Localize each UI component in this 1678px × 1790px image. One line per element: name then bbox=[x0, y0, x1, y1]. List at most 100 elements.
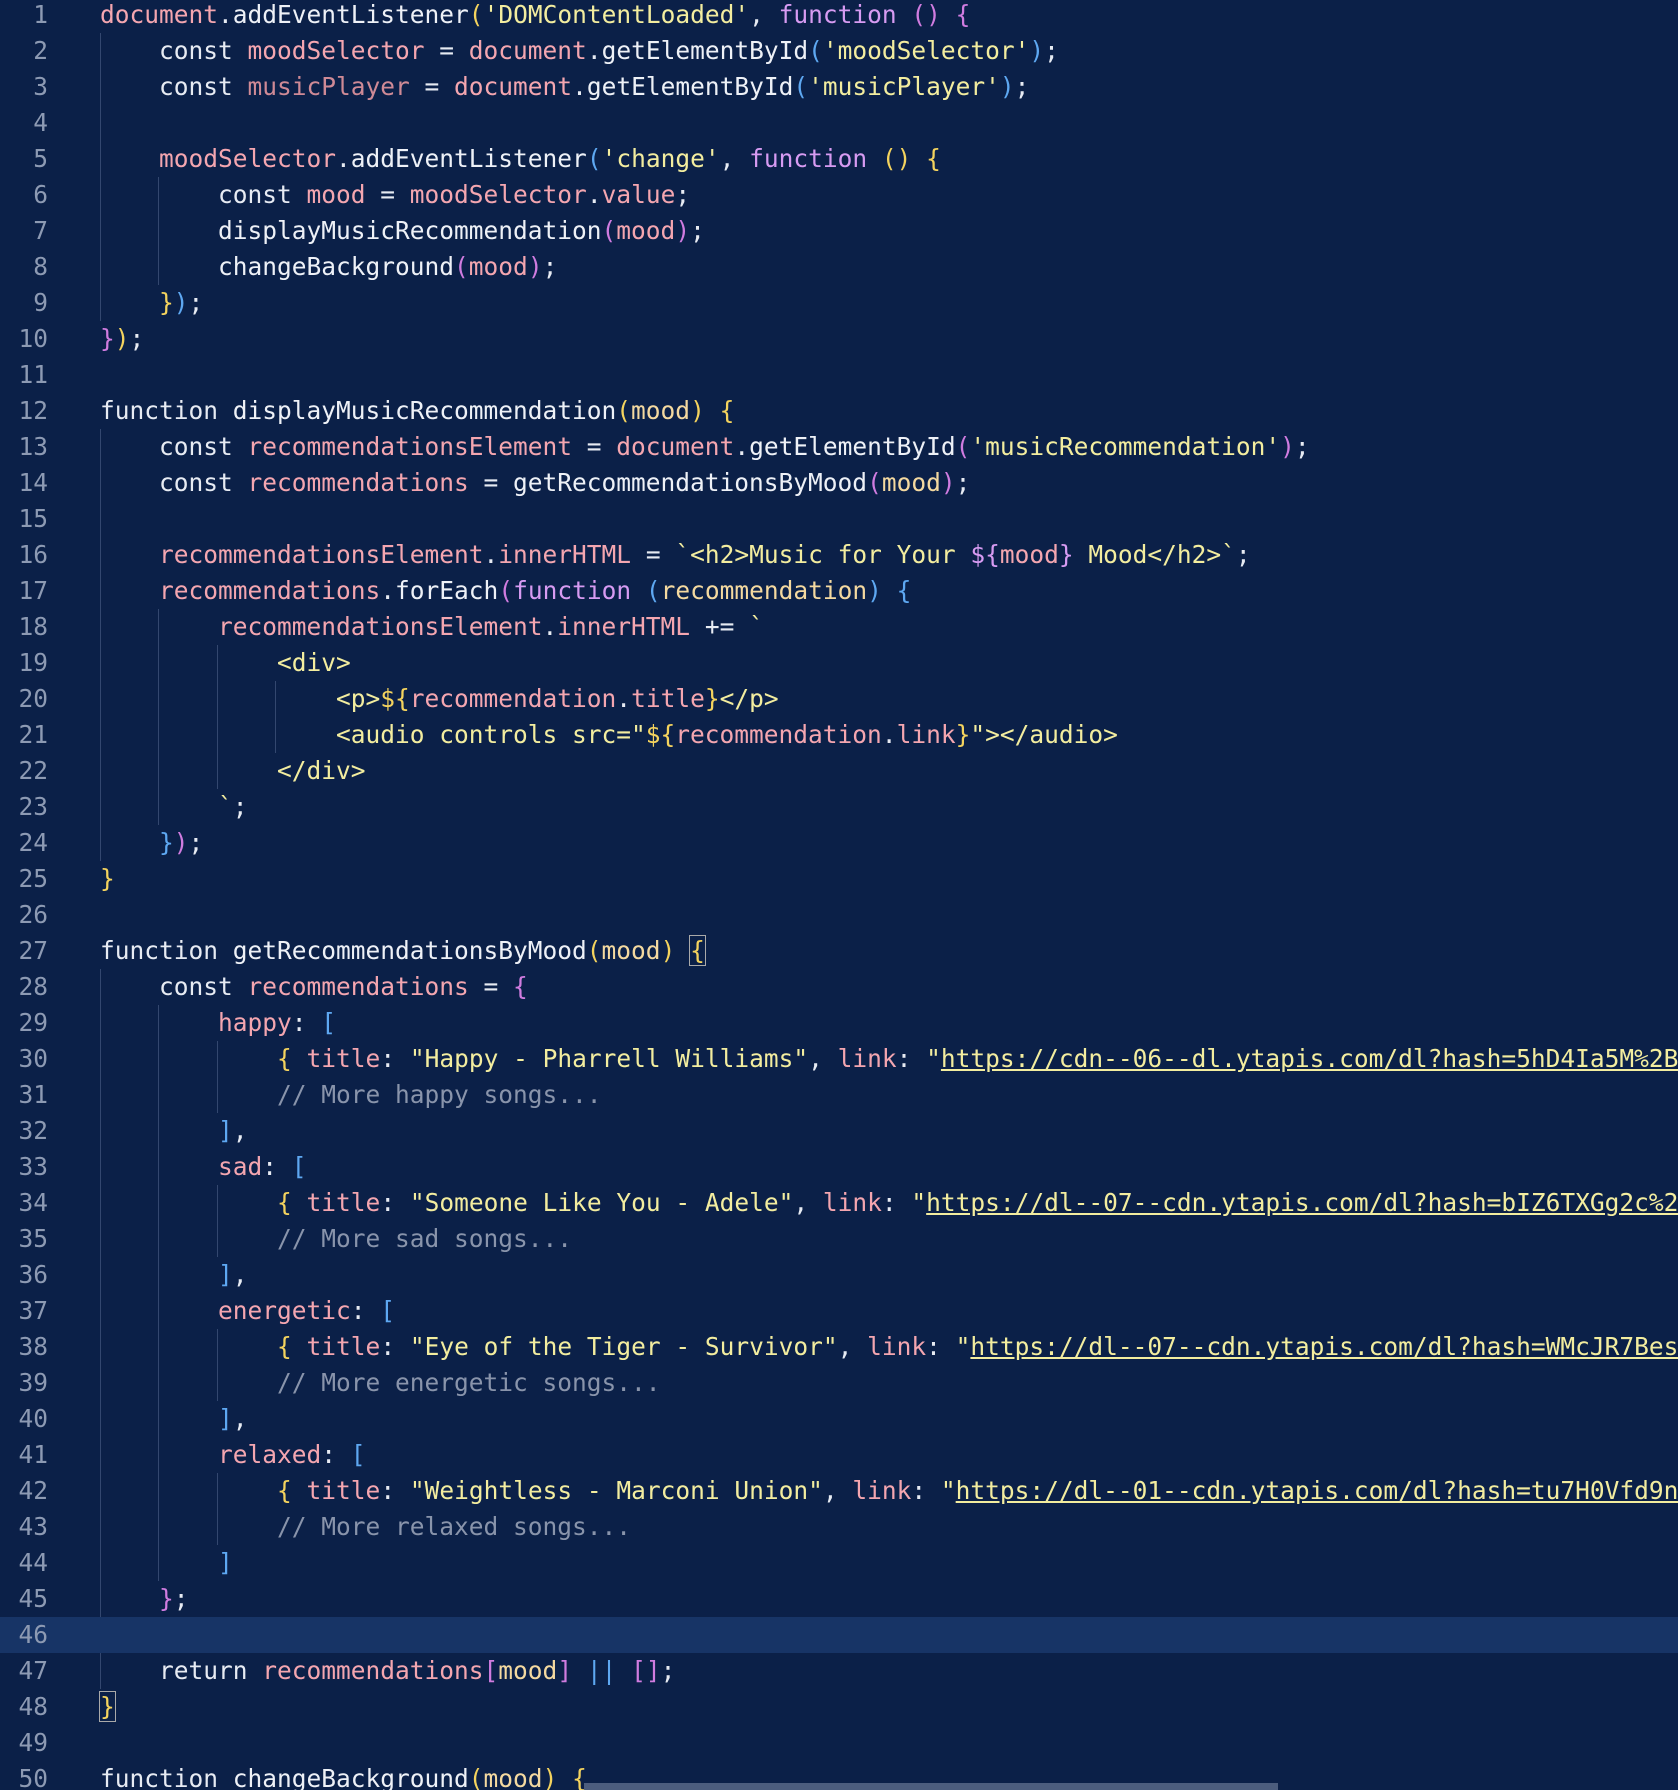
code-line[interactable]: 40 ], bbox=[0, 1401, 1678, 1437]
code-token: // More sad songs... bbox=[100, 1224, 573, 1253]
code-line[interactable]: 3 const musicPlayer = document.getElemen… bbox=[0, 69, 1678, 105]
code-line[interactable]: 5 moodSelector.addEventListener('change'… bbox=[0, 141, 1678, 177]
line-code: }; bbox=[100, 1581, 189, 1617]
code-line[interactable]: 11 bbox=[0, 357, 1678, 393]
code-line[interactable]: 9 }); bbox=[0, 285, 1678, 321]
code-line[interactable]: 37 energetic: [ bbox=[0, 1293, 1678, 1329]
code-token: ) bbox=[114, 324, 130, 353]
code-line[interactable]: 2 const moodSelector = document.getEleme… bbox=[0, 33, 1678, 69]
code-token: " bbox=[955, 1332, 971, 1361]
code-line[interactable]: 45 }; bbox=[0, 1581, 1678, 1617]
code-line[interactable]: 39 // More energetic songs... bbox=[0, 1365, 1678, 1401]
code-token: { bbox=[277, 1044, 292, 1073]
code-token: : bbox=[380, 1476, 410, 1505]
code-token: const bbox=[100, 180, 307, 209]
code-token: Mood</h2>` bbox=[1073, 540, 1236, 569]
code-line[interactable]: 32 ], bbox=[0, 1113, 1678, 1149]
code-token: : bbox=[881, 1188, 912, 1217]
code-line[interactable]: 1 document.addEventListener('DOMContentLo… bbox=[0, 0, 1678, 33]
code-line[interactable]: 36 ], bbox=[0, 1257, 1678, 1293]
code-line[interactable]: 13 const recommendationsElement = docume… bbox=[0, 429, 1678, 465]
code-line[interactable]: 42 { title: "Weightless - Marconi Union"… bbox=[0, 1473, 1678, 1509]
code-line[interactable]: 17 recommendations.forEach(function (rec… bbox=[0, 573, 1678, 609]
code-token: https://dl--01--cdn.ytapis.com/dl?hash=t… bbox=[955, 1476, 1678, 1505]
line-number: 6 bbox=[33, 180, 48, 209]
code-token: ( bbox=[454, 252, 469, 281]
code-token: ( bbox=[586, 936, 602, 965]
code-line[interactable]: 14 const recommendations = getRecommenda… bbox=[0, 465, 1678, 501]
code-token: function bbox=[100, 936, 233, 965]
code-line[interactable]: 33 sad: [ bbox=[0, 1149, 1678, 1185]
line-number: 3 bbox=[33, 72, 48, 101]
code-token: . bbox=[586, 180, 602, 209]
code-line[interactable]: 29 happy: [ bbox=[0, 1005, 1678, 1041]
code-line[interactable]: 24 }); bbox=[0, 825, 1678, 861]
line-number: 15 bbox=[18, 504, 48, 533]
code-token: recommendations bbox=[159, 576, 381, 605]
code-token: link bbox=[822, 1188, 882, 1217]
code-line[interactable]: 19 <div> bbox=[0, 645, 1678, 681]
code-line[interactable]: 25} bbox=[0, 861, 1678, 897]
code-line[interactable]: 38 { title: "Eye of the Tiger - Survivor… bbox=[0, 1329, 1678, 1365]
code-token: : bbox=[350, 1296, 381, 1325]
code-line[interactable]: 44 ] bbox=[0, 1545, 1678, 1581]
code-line[interactable]: 7 displayMusicRecommendation(mood); bbox=[0, 213, 1678, 249]
code-line[interactable]: 48} bbox=[0, 1689, 1678, 1725]
code-token: " bbox=[911, 1188, 927, 1217]
code-line[interactable]: 15 bbox=[0, 501, 1678, 537]
code-line[interactable]: 35 // More sad songs... bbox=[0, 1221, 1678, 1257]
line-code: happy: [ bbox=[100, 1005, 336, 1041]
horizontal-scrollbar[interactable] bbox=[584, 1783, 1278, 1790]
code-line[interactable]: 49 bbox=[0, 1725, 1678, 1761]
line-number: 47 bbox=[18, 1656, 48, 1685]
code-line[interactable]: 16 recommendationsElement.innerHTML = `<… bbox=[0, 537, 1678, 573]
line-code: recommendationsElement.innerHTML = `<h2>… bbox=[100, 537, 1251, 573]
code-line[interactable]: 4 bbox=[0, 105, 1678, 141]
code-line[interactable]: 31 // More happy songs... bbox=[0, 1077, 1678, 1113]
code-line[interactable]: 43 // More relaxed songs... bbox=[0, 1509, 1678, 1545]
line-code: }); bbox=[100, 825, 203, 861]
code-line[interactable]: 20 <p>${recommendation.title}</p> bbox=[0, 681, 1678, 717]
code-line[interactable]: 26 bbox=[0, 897, 1678, 933]
code-line[interactable]: 18 recommendationsElement.innerHTML += ` bbox=[0, 609, 1678, 645]
code-line[interactable]: 10}); bbox=[0, 321, 1678, 357]
line-number: 16 bbox=[18, 540, 48, 569]
line-code: const musicPlayer = document.getElementB… bbox=[100, 69, 1029, 105]
code-line[interactable]: 47 return recommendations[mood] || []; bbox=[0, 1653, 1678, 1689]
code-line[interactable]: 21 <audio controls src="${recommendation… bbox=[0, 717, 1678, 753]
code-editor[interactable]: 1 document.addEventListener('DOMContentLo… bbox=[0, 0, 1678, 1790]
code-token: addEventListener bbox=[350, 144, 587, 173]
code-token: { bbox=[955, 0, 971, 29]
code-token: const bbox=[100, 72, 248, 101]
code-line[interactable]: 12 function displayMusicRecommendation(mo… bbox=[0, 393, 1678, 429]
code-line[interactable]: 23 `; bbox=[0, 789, 1678, 825]
code-line[interactable]: 41 relaxed: [ bbox=[0, 1437, 1678, 1473]
code-token: function bbox=[778, 0, 897, 29]
code-line[interactable]: 28 const recommendations = { bbox=[0, 969, 1678, 1005]
code-line[interactable]: 46 bbox=[0, 1617, 1678, 1653]
code-token: ${ bbox=[970, 540, 1000, 569]
line-code: const moodSelector = document.getElement… bbox=[100, 33, 1059, 69]
code-token: = bbox=[424, 36, 469, 65]
code-token: } bbox=[100, 864, 115, 893]
code-line[interactable]: 6 const mood = moodSelector.value; bbox=[0, 177, 1678, 213]
code-line[interactable]: 34 { title: "Someone Like You - Adele", … bbox=[0, 1185, 1678, 1221]
code-token: innerHTML bbox=[557, 612, 691, 641]
line-number: 30 bbox=[18, 1044, 48, 1073]
code-line[interactable]: 22 </div> bbox=[0, 753, 1678, 789]
line-code: recommendations.forEach(function (recomm… bbox=[100, 573, 911, 609]
code-line[interactable]: 30 { title: "Happy - Pharrell Williams",… bbox=[0, 1041, 1678, 1077]
code-line[interactable]: 8 changeBackground(mood); bbox=[0, 249, 1678, 285]
code-token: recommendations bbox=[247, 468, 469, 497]
line-code: // More relaxed songs... bbox=[100, 1509, 631, 1545]
code-token: [ bbox=[350, 1440, 366, 1469]
code-line[interactable]: 27 function getRecommendationsByMood(mood… bbox=[0, 933, 1678, 969]
